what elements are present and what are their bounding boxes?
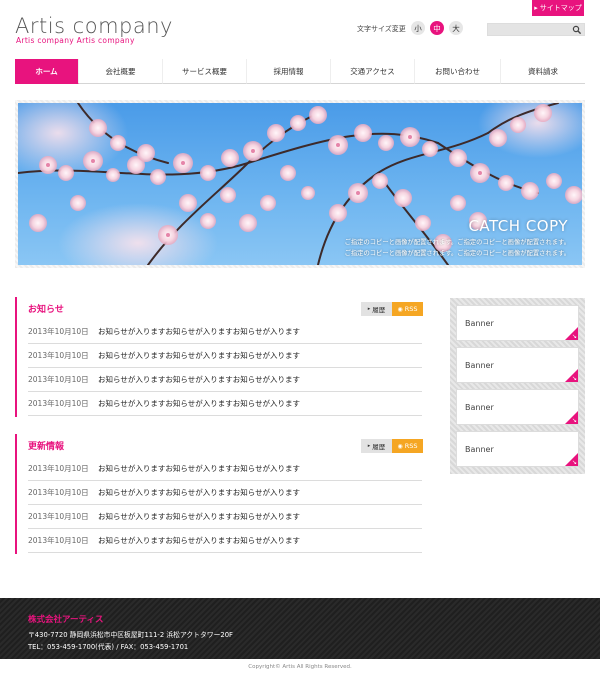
updates-rss-label: RSS xyxy=(404,442,418,450)
arrow-right-icon: ▸ xyxy=(367,306,371,312)
banner-3[interactable]: Banner ↘ xyxy=(456,389,579,425)
news-row[interactable]: 2013年10月10日 お知らせが入りますお知らせが入りますお知らせが入ります xyxy=(28,344,422,368)
news-row[interactable]: 2013年10月10日 お知らせが入りますお知らせが入りますお知らせが入ります xyxy=(28,320,422,344)
nav-item-contact[interactable]: お問い合わせ xyxy=(415,59,501,84)
news-date: 2013年10月10日 xyxy=(28,399,89,408)
banner-label: Banner xyxy=(465,318,494,328)
banner-label: Banner xyxy=(465,444,494,454)
rss-icon: ◉ xyxy=(397,305,403,313)
updates-text[interactable]: お知らせが入りますお知らせが入りますお知らせが入ります xyxy=(98,535,300,546)
news-text[interactable]: お知らせが入りますお知らせが入りますお知らせが入ります xyxy=(98,326,300,337)
updates-rss-button[interactable]: ◉ RSS xyxy=(392,439,423,453)
hero-image: CATCH COPY ご指定のコピーと画像が配置されます。ご指定のコピーと画像が… xyxy=(18,103,582,265)
search-box xyxy=(487,23,585,43)
font-size-small-button[interactable]: 小 xyxy=(411,21,425,35)
updates-date: 2013年10月10日 xyxy=(28,512,89,521)
news-title: お知らせ xyxy=(28,305,64,315)
updates-row[interactable]: 2013年10月10日 お知らせが入りますお知らせが入りますお知らせが入ります xyxy=(28,505,422,529)
footer-company-name: 株式会社アーティス xyxy=(28,615,104,625)
news-history-label: 履歴 xyxy=(372,306,386,314)
font-size-large-button[interactable]: 大 xyxy=(449,21,463,35)
news-text[interactable]: お知らせが入りますお知らせが入りますお知らせが入ります xyxy=(98,350,300,361)
news-row[interactable]: 2013年10月10日 お知らせが入りますお知らせが入りますお知らせが入ります xyxy=(28,392,422,416)
updates-row[interactable]: 2013年10月10日 お知らせが入りますお知らせが入りますお知らせが入ります xyxy=(28,529,422,553)
nav-item-recruit[interactable]: 採用情報 xyxy=(247,59,331,84)
site-logo[interactable]: Artis company xyxy=(15,14,173,38)
banner-label: Banner xyxy=(465,402,494,412)
news-rss-label: RSS xyxy=(404,305,418,313)
banner-4[interactable]: Banner ↘ xyxy=(456,431,579,467)
updates-date: 2013年10月10日 xyxy=(28,488,89,497)
updates-title: 更新情報 xyxy=(28,442,65,452)
font-size-medium-button[interactable]: 中 xyxy=(430,21,444,35)
search-icon[interactable] xyxy=(572,25,582,35)
copyright: Copyright© Artis All Rights Reserved. xyxy=(248,664,352,670)
news-text[interactable]: お知らせが入りますお知らせが入りますお知らせが入ります xyxy=(98,398,300,409)
updates-accent-bar xyxy=(15,434,17,554)
banner-label: Banner xyxy=(465,360,494,370)
footer-contact: TEL：053-459-1700(代表) / FAX：053-459-1701 xyxy=(28,643,189,651)
news-text[interactable]: お知らせが入りますお知らせが入りますお知らせが入ります xyxy=(98,374,300,385)
catch-text-line2: ご指定のコピーと画像が配置されます。ご指定のコピーと画像が配置されます。 xyxy=(344,250,570,257)
banner-2[interactable]: Banner ↘ xyxy=(456,347,579,383)
nav-item-services[interactable]: サービス概要 xyxy=(163,59,247,84)
global-nav: ホーム 会社概要 サービス概要 採用情報 交通アクセス お問い合わせ 資料請求 xyxy=(15,59,585,84)
updates-date: 2013年10月10日 xyxy=(28,464,89,473)
news-row[interactable]: 2013年10月10日 お知らせが入りますお知らせが入りますお知らせが入ります xyxy=(28,368,422,392)
updates-date: 2013年10月10日 xyxy=(28,536,89,545)
updates-text[interactable]: お知らせが入りますお知らせが入りますお知らせが入ります xyxy=(98,487,300,498)
arrow-icon: ↘ xyxy=(571,333,577,340)
rss-icon: ◉ xyxy=(397,442,403,450)
arrow-icon: ↘ xyxy=(571,459,577,466)
news-date: 2013年10月10日 xyxy=(28,327,89,336)
banner-1[interactable]: Banner ↘ xyxy=(456,305,579,341)
footer-address: 〒430-7720 静岡県浜松市中区板屋町111-2 浜松アクトタワー20F xyxy=(28,631,233,639)
news-history-button[interactable]: ▸ 履歴 xyxy=(361,302,392,316)
arrow-right-icon: ▸ xyxy=(367,443,371,449)
nav-item-request[interactable]: 資料請求 xyxy=(501,59,585,84)
arrow-icon: ↘ xyxy=(571,417,577,424)
nav-item-company[interactable]: 会社概要 xyxy=(79,59,163,84)
hero-frame: CATCH COPY ご指定のコピーと画像が配置されます。ご指定のコピーと画像が… xyxy=(15,100,585,268)
nav-item-home[interactable]: ホーム xyxy=(15,59,79,84)
news-date: 2013年10月10日 xyxy=(28,351,89,360)
updates-text[interactable]: お知らせが入りますお知らせが入りますお知らせが入ります xyxy=(98,463,300,474)
updates-row[interactable]: 2013年10月10日 お知らせが入りますお知らせが入りますお知らせが入ります xyxy=(28,481,422,505)
site-logo-subtitle: Artis company Artis company xyxy=(16,36,135,45)
search-input[interactable] xyxy=(488,32,570,43)
arrow-right-icon: ▸ xyxy=(534,4,538,12)
sitemap-label: サイトマップ xyxy=(539,4,582,12)
news-date: 2013年10月10日 xyxy=(28,375,89,384)
news-rss-button[interactable]: ◉ RSS xyxy=(392,302,423,316)
font-size-label: 文字サイズ変更 xyxy=(357,25,406,33)
catch-copy: CATCH COPY xyxy=(468,217,568,235)
updates-row[interactable]: 2013年10月10日 お知らせが入りますお知らせが入りますお知らせが入ります xyxy=(28,457,422,481)
updates-history-button[interactable]: ▸ 履歴 xyxy=(361,439,392,453)
arrow-icon: ↘ xyxy=(571,375,577,382)
updates-history-label: 履歴 xyxy=(372,443,386,451)
news-accent-bar xyxy=(15,297,17,417)
updates-text[interactable]: お知らせが入りますお知らせが入りますお知らせが入ります xyxy=(98,511,300,522)
sitemap-button[interactable]: ▸ サイトマップ xyxy=(532,0,584,16)
nav-item-access[interactable]: 交通アクセス xyxy=(331,59,415,84)
catch-text-line1: ご指定のコピーと画像が配置されます。ご指定のコピーと画像が配置されます。 xyxy=(344,239,570,246)
